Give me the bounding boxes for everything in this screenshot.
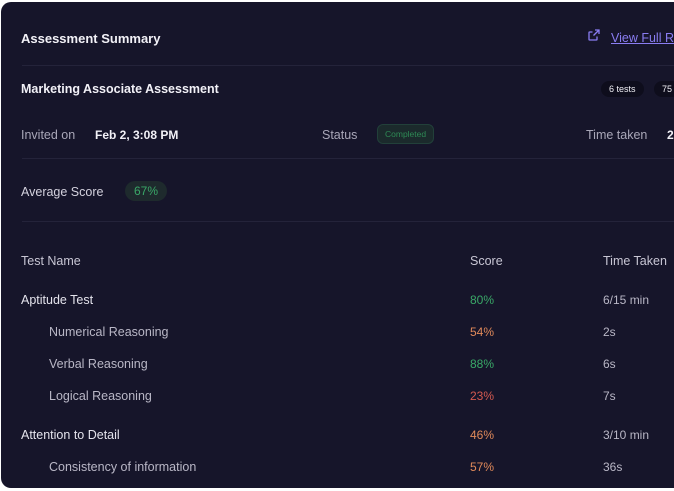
test-score: 54%: [470, 325, 495, 339]
invited-label: Invited on: [21, 128, 76, 142]
status-label: Status: [322, 128, 358, 142]
duration-badge: 75: [654, 81, 674, 97]
test-time: 36s: [603, 460, 623, 474]
divider: [22, 221, 674, 222]
divider: [22, 65, 674, 66]
column-header-score: Score: [470, 254, 503, 268]
time-taken-value: 2: [667, 128, 674, 142]
assessment-summary-card: Assessment Summary View Full R Marketing…: [1, 2, 674, 488]
test-name: Logical Reasoning: [49, 389, 152, 403]
test-time: 3/10 min: [603, 428, 650, 442]
test-time: 7s: [603, 389, 616, 403]
test-name: Consistency of information: [49, 460, 197, 474]
test-name: Numerical Reasoning: [49, 325, 169, 339]
test-score: 57%: [470, 460, 495, 474]
tests-count-badge: 6 tests: [601, 81, 644, 97]
test-name: Attention to Detail: [21, 428, 120, 442]
divider: [22, 158, 674, 159]
test-score: 88%: [470, 357, 495, 371]
test-score: 46%: [470, 428, 495, 442]
test-time: 6s: [603, 357, 616, 371]
invited-value: Feb 2, 3:08 PM: [95, 128, 179, 142]
external-link-icon: [587, 28, 601, 47]
average-score-label: Average Score: [21, 185, 104, 199]
assessment-name: Marketing Associate Assessment: [21, 82, 219, 96]
test-time: 2s: [603, 325, 616, 339]
time-taken-label: Time taken: [586, 128, 648, 142]
test-name: Verbal Reasoning: [49, 357, 148, 371]
test-time: 6/15 min: [603, 293, 650, 307]
status-badge: Completed: [377, 124, 435, 144]
page-title: Assessment Summary: [21, 31, 161, 46]
test-score: 80%: [470, 293, 495, 307]
column-header-time-taken: Time Taken: [603, 254, 667, 268]
test-score: 23%: [470, 389, 495, 403]
average-score-badge: 67%: [125, 181, 168, 201]
view-full-report-label: View Full R: [611, 30, 674, 45]
view-full-report-link[interactable]: View Full R: [587, 28, 674, 47]
test-name: Aptitude Test: [21, 293, 94, 307]
column-header-test-name: Test Name: [21, 254, 81, 268]
